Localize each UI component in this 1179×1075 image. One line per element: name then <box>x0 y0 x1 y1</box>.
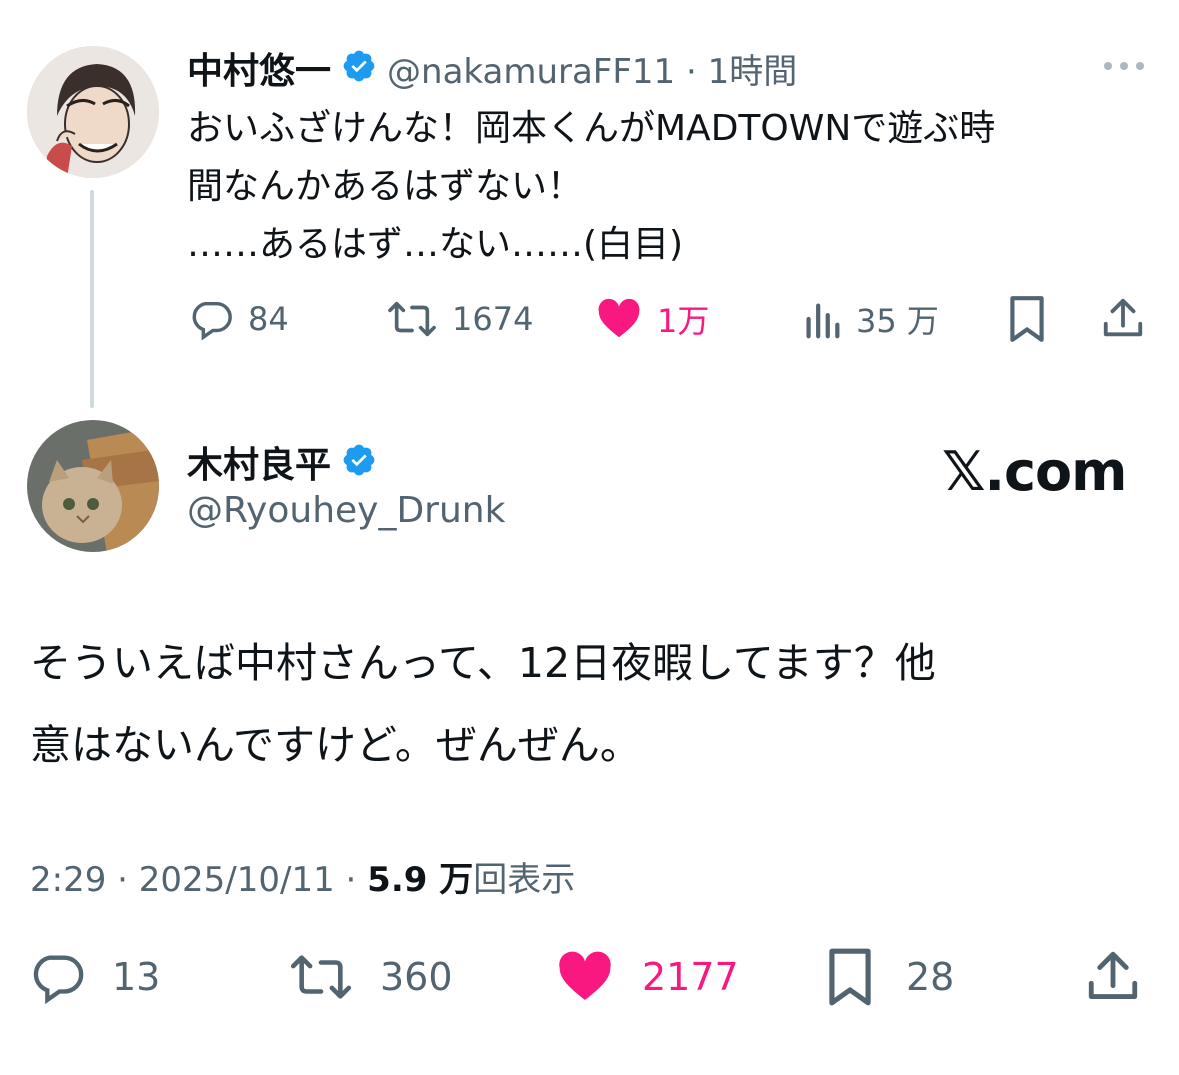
like-button[interactable]: 1万 <box>595 296 709 342</box>
reply-icon <box>188 296 234 342</box>
like-count: 1万 <box>657 302 710 340</box>
handle[interactable]: @Ryouhey_Drunk <box>187 490 505 531</box>
heart-icon <box>554 948 616 1006</box>
views-count: 5.9 万 <box>367 860 474 900</box>
parent-tweet-header: 中村悠一 @nakamuraFF11 · 1時間 <box>187 40 797 96</box>
source-label: 𝕏.com <box>942 440 1127 503</box>
text-line: 間なんかあるはずない！ <box>187 166 584 207</box>
like-button[interactable]: 2177 <box>554 948 739 1006</box>
reply-icon <box>28 948 86 1006</box>
display-name[interactable]: 木村良平 <box>187 436 331 488</box>
timestamp[interactable]: 2:29 · 2025/10/11 · <box>30 860 367 900</box>
avatar-kimura[interactable] <box>27 420 159 552</box>
main-tweet-header: 木村良平 <box>187 434 377 490</box>
text-line: そういえば中村さんって、12日夜暇してます？他 <box>30 639 936 687</box>
like-count: 2177 <box>642 955 739 999</box>
bookmark-icon <box>824 946 876 1008</box>
main-tweet-text: そういえば中村さんって、12日夜暇してます？他 意はないんですけど。ぜんぜん。 <box>30 622 1160 786</box>
thread-connector-line <box>90 190 94 408</box>
views-icon <box>802 296 842 342</box>
share-button[interactable] <box>1084 946 1142 1006</box>
share-button[interactable] <box>1100 294 1146 342</box>
timestamp-row: 2:29 · 2025/10/11 · 5.9 万回表示 <box>30 852 575 901</box>
text-line: おいふざけんな！岡本くんがMADTOWNで遊ぶ時 <box>187 108 996 149</box>
reply-count: 13 <box>112 955 161 999</box>
display-name[interactable]: 中村悠一 <box>187 42 331 94</box>
retweet-count: 1674 <box>452 300 534 338</box>
avatar-nakamura[interactable] <box>27 46 159 178</box>
reply-button[interactable]: 84 <box>188 296 289 342</box>
retweet-button[interactable]: 360 <box>288 948 453 1006</box>
text-line: 意はないんですけど。ぜんぜん。 <box>30 721 641 769</box>
views-label: 回表示 <box>473 860 576 900</box>
bookmark-button[interactable] <box>1006 294 1048 344</box>
handle-and-time[interactable]: @nakamuraFF11 · 1時間 <box>387 44 797 93</box>
retweet-icon <box>386 296 438 342</box>
retweet-icon <box>288 948 354 1006</box>
share-icon <box>1084 946 1142 1006</box>
views-button[interactable]: 35 万 <box>802 296 939 342</box>
reply-button[interactable]: 13 <box>28 948 160 1006</box>
retweet-button[interactable]: 1674 <box>386 296 533 342</box>
views-count: 35 万 <box>856 302 939 340</box>
text-line: ……あるはず…ない……(白目) <box>187 224 684 265</box>
heart-icon <box>595 296 643 342</box>
bookmark-count: 28 <box>906 955 955 999</box>
parent-tweet-text: おいふざけんな！岡本くんがMADTOWNで遊ぶ時 間なんかあるはずない！ ……あ… <box>187 100 1167 274</box>
bookmark-button[interactable]: 28 <box>824 946 954 1008</box>
bookmark-icon <box>1006 294 1048 344</box>
reply-count: 84 <box>248 300 289 338</box>
retweet-count: 360 <box>380 955 453 999</box>
verified-icon <box>341 442 377 482</box>
share-icon <box>1100 294 1146 342</box>
verified-icon <box>341 48 377 88</box>
more-icon[interactable] <box>1100 58 1148 78</box>
